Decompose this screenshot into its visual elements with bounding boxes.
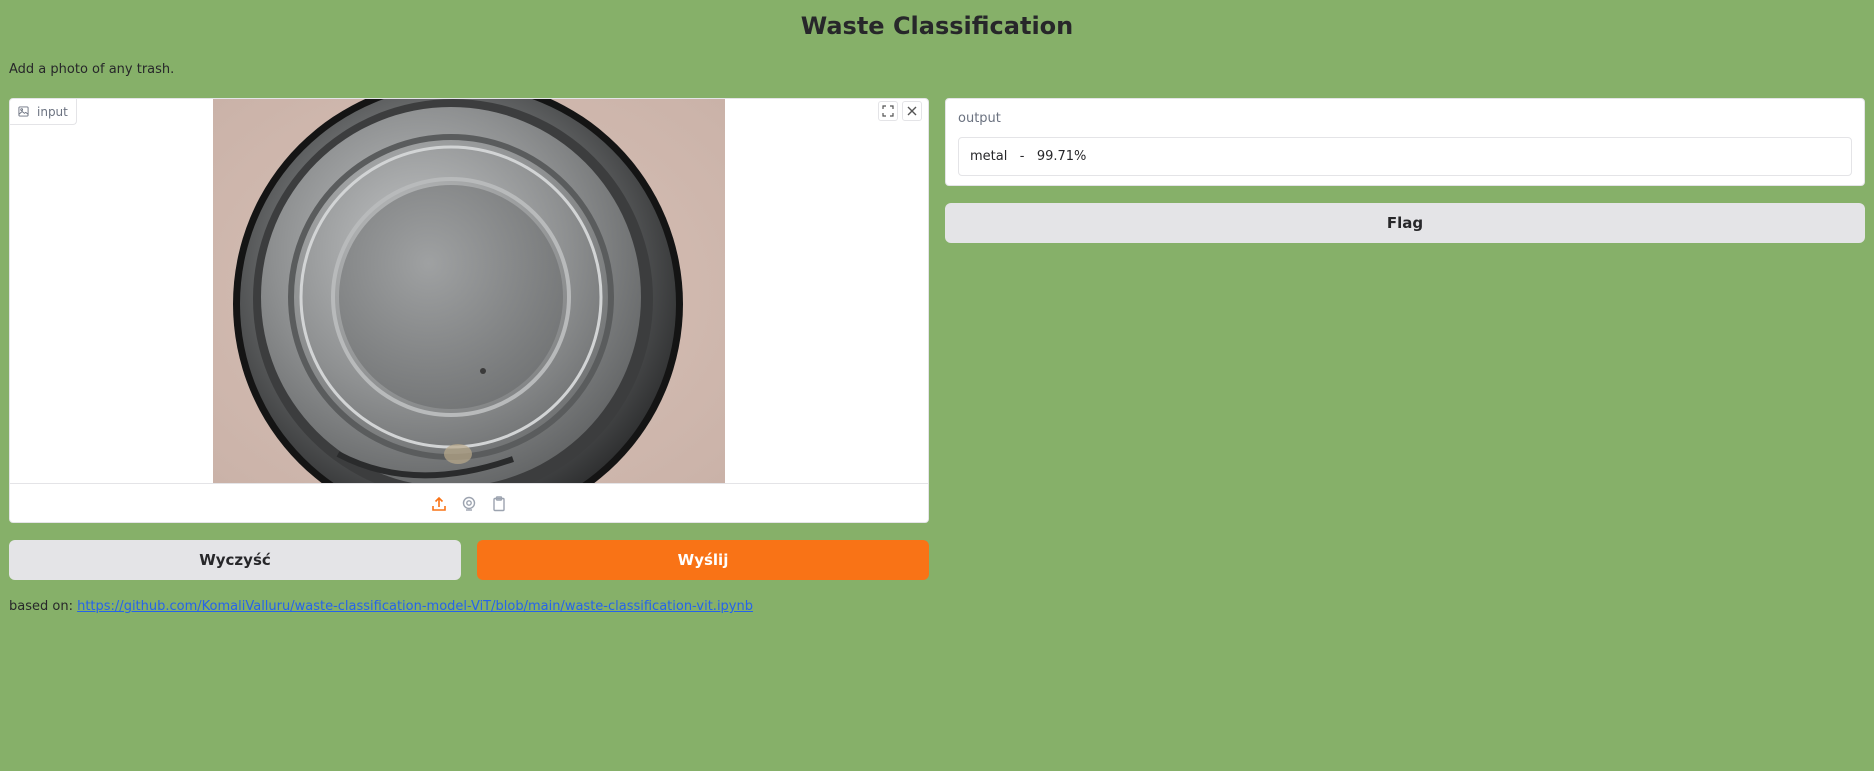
clipboard-icon	[493, 495, 505, 511]
source-selector	[10, 483, 928, 522]
output-value: metal - 99.71%	[970, 149, 1087, 164]
input-label: input	[37, 104, 68, 119]
footer-note: based on: https://github.com/KomaliVallu…	[9, 599, 753, 614]
close-icon	[907, 106, 917, 116]
image-icon	[18, 106, 29, 117]
fullscreen-icon	[882, 105, 894, 117]
image-preview-area	[10, 99, 928, 483]
image-input-panel: input	[9, 98, 929, 523]
page-title: Waste Classification	[800, 12, 1074, 40]
webcam-source-button[interactable]	[459, 494, 479, 514]
fullscreen-button[interactable]	[878, 101, 898, 121]
clear-button[interactable]: Wyczyść	[9, 540, 461, 580]
output-label: output	[958, 111, 1001, 126]
footer-prefix: based on:	[9, 599, 78, 614]
image-tools	[878, 101, 922, 121]
submit-button[interactable]: Wyślij	[477, 540, 929, 580]
page-description: Add a photo of any trash.	[9, 62, 175, 77]
uploaded-photo	[213, 99, 725, 483]
output-panel: output metal - 99.71%	[945, 98, 1865, 186]
flag-button[interactable]: Flag	[945, 203, 1865, 243]
source-link[interactable]: https://github.com/KomaliValluru/waste-c…	[77, 599, 753, 614]
upload-source-button[interactable]	[429, 494, 449, 514]
upload-icon	[432, 496, 446, 511]
clipboard-source-button[interactable]	[489, 494, 509, 514]
webcam-icon	[462, 496, 476, 511]
input-label-tag: input	[10, 99, 77, 125]
clear-image-button[interactable]	[902, 101, 922, 121]
output-textbox[interactable]: metal - 99.71%	[958, 137, 1852, 176]
